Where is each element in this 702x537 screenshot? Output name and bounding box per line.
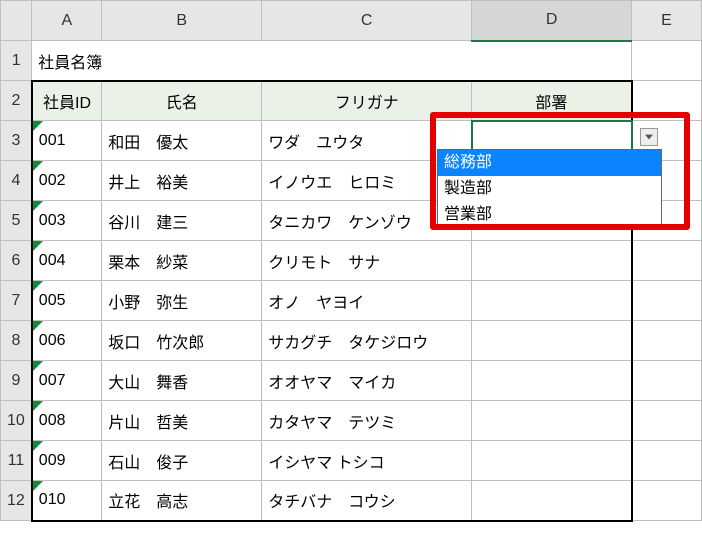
cell-B5[interactable]: 谷川 建三 (102, 201, 262, 241)
row-header-9[interactable]: 9 (1, 361, 32, 401)
cell-D12[interactable] (472, 481, 632, 521)
col-header-D[interactable]: D (472, 1, 632, 41)
row-header-12[interactable]: 12 (1, 481, 32, 521)
cell-A12[interactable]: 010 (32, 481, 102, 521)
cell-A9[interactable]: 007 (32, 361, 102, 401)
cell-B7[interactable]: 小野 弥生 (102, 281, 262, 321)
row-header-6[interactable]: 6 (1, 241, 32, 281)
cell-E2[interactable] (632, 81, 702, 121)
row-header-5[interactable]: 5 (1, 201, 32, 241)
cell-A7[interactable]: 005 (32, 281, 102, 321)
cell-D11[interactable] (472, 441, 632, 481)
cell-title[interactable]: 社員名簿 (32, 41, 632, 81)
dropdown-option[interactable]: 総務部 (438, 150, 661, 176)
cell-B3[interactable]: 和田 優太 (102, 121, 262, 161)
cell-A10[interactable]: 008 (32, 401, 102, 441)
row-header-10[interactable]: 10 (1, 401, 32, 441)
row-header-7[interactable]: 7 (1, 281, 32, 321)
col-header-C[interactable]: C (262, 1, 472, 41)
spreadsheet-grid[interactable]: A B C D E 1 社員名簿 2 社員ID 氏名 フリガナ 部署 3001和… (0, 0, 702, 522)
cell-header-id[interactable]: 社員ID (32, 81, 102, 121)
cell-B12[interactable]: 立花 高志 (102, 481, 262, 521)
row-header-1[interactable]: 1 (1, 41, 32, 81)
cell-header-dept[interactable]: 部署 (472, 81, 632, 121)
cell-C8[interactable]: サカグチ タケジロウ (262, 321, 472, 361)
cell-A5[interactable]: 003 (32, 201, 102, 241)
col-header-A[interactable]: A (32, 1, 102, 41)
cell-C9[interactable]: オオヤマ マイカ (262, 361, 472, 401)
cell-D10[interactable] (472, 401, 632, 441)
cell-C10[interactable]: カタヤマ テツミ (262, 401, 472, 441)
cell-C6[interactable]: クリモト サナ (262, 241, 472, 281)
cell-B8[interactable]: 坂口 竹次郎 (102, 321, 262, 361)
col-header-B[interactable]: B (102, 1, 262, 41)
cell-E6[interactable] (632, 241, 702, 281)
data-validation-dropdown-list[interactable]: 総務部製造部営業部 (437, 149, 662, 229)
row-header-2[interactable]: 2 (1, 81, 32, 121)
cell-header-name[interactable]: 氏名 (102, 81, 262, 121)
cell-B10[interactable]: 片山 哲美 (102, 401, 262, 441)
row-header-11[interactable]: 11 (1, 441, 32, 481)
dropdown-option[interactable]: 営業部 (438, 202, 661, 228)
cell-E8[interactable] (632, 321, 702, 361)
dropdown-option[interactable]: 製造部 (438, 176, 661, 202)
cell-A3[interactable]: 001 (32, 121, 102, 161)
cell-header-kana[interactable]: フリガナ (262, 81, 472, 121)
cell-C7[interactable]: オノ ヤヨイ (262, 281, 472, 321)
cell-D6[interactable] (472, 241, 632, 281)
cell-A4[interactable]: 002 (32, 161, 102, 201)
cell-A8[interactable]: 006 (32, 321, 102, 361)
cell-B9[interactable]: 大山 舞香 (102, 361, 262, 401)
cell-E12[interactable] (632, 481, 702, 521)
data-validation-dropdown-button[interactable] (640, 128, 658, 146)
cell-C12[interactable]: タチバナ コウシ (262, 481, 472, 521)
cell-A6[interactable]: 004 (32, 241, 102, 281)
cell-E7[interactable] (632, 281, 702, 321)
row-header-4[interactable]: 4 (1, 161, 32, 201)
cell-D9[interactable] (472, 361, 632, 401)
cell-D7[interactable] (472, 281, 632, 321)
cell-B11[interactable]: 石山 俊子 (102, 441, 262, 481)
row-header-8[interactable]: 8 (1, 321, 32, 361)
cell-A11[interactable]: 009 (32, 441, 102, 481)
col-header-E[interactable]: E (632, 1, 702, 41)
cell-B4[interactable]: 井上 裕美 (102, 161, 262, 201)
cell-B6[interactable]: 栗本 紗菜 (102, 241, 262, 281)
cell-D8[interactable] (472, 321, 632, 361)
cell-C11[interactable]: イシヤマ トシコ (262, 441, 472, 481)
cell-E1[interactable] (632, 41, 702, 81)
chevron-down-icon (645, 134, 653, 140)
select-all-corner[interactable] (1, 1, 32, 41)
cell-E10[interactable] (632, 401, 702, 441)
cell-E9[interactable] (632, 361, 702, 401)
cell-E11[interactable] (632, 441, 702, 481)
row-header-3[interactable]: 3 (1, 121, 32, 161)
